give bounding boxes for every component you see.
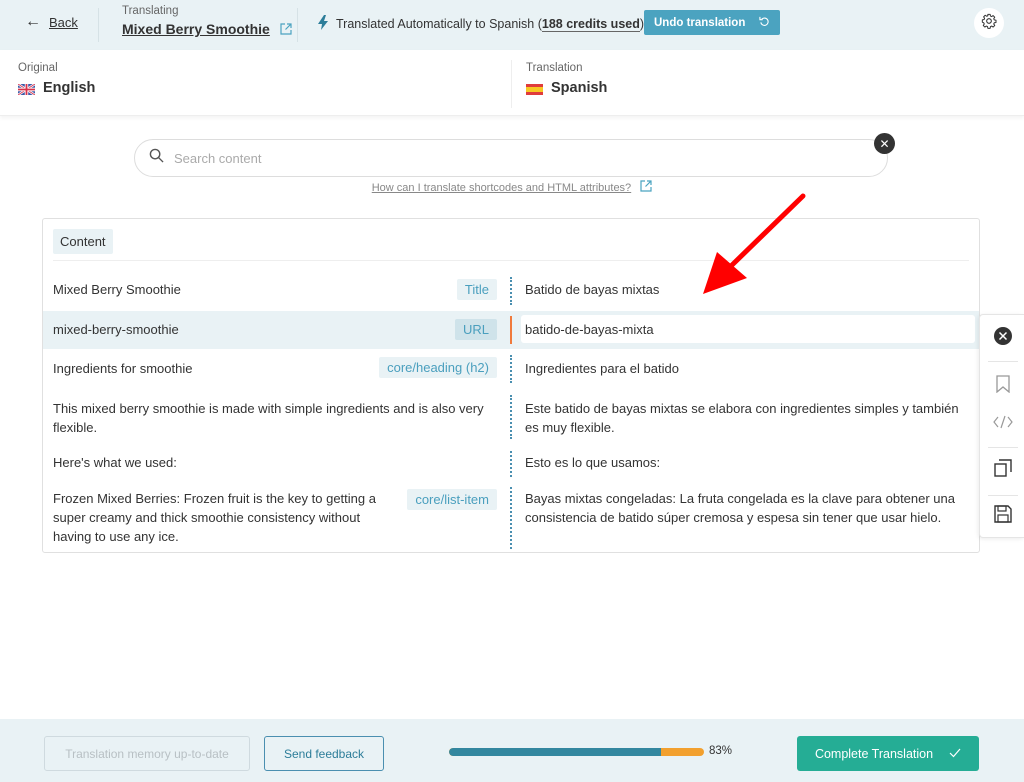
translation-memory-button[interactable]: Translation memory up-to-date <box>44 736 250 771</box>
table-row[interactable]: Frozen Mixed Berries: Frozen fruit is th… <box>43 481 979 551</box>
close-icon <box>993 326 1012 350</box>
row-divider <box>510 451 512 477</box>
complete-label: Complete Translation <box>814 746 934 761</box>
save-icon <box>993 504 1012 528</box>
source-text: Frozen Mixed Berries: Frozen fruit is th… <box>53 491 376 544</box>
source-text: mixed-berry-smoothie <box>53 322 179 337</box>
row-divider <box>510 355 512 383</box>
clear-search-button[interactable]: ✕ <box>874 133 895 154</box>
auto-translation-status: Translated Automatically to Spanish (188… <box>318 11 644 36</box>
row-divider <box>510 277 512 305</box>
credits-used[interactable]: 188 credits used <box>541 16 640 32</box>
arrow-left-icon: ← <box>25 13 41 30</box>
search-icon <box>149 148 164 168</box>
back-label: Back <box>49 14 78 30</box>
type-badge: core/heading (h2) <box>379 357 497 378</box>
settings-button[interactable] <box>974 8 1004 38</box>
close-icon: ✕ <box>879 136 890 151</box>
type-badge: Title <box>456 279 497 300</box>
save-segment-button[interactable] <box>980 503 1024 529</box>
segment-actions-panel <box>979 314 1024 538</box>
translating-label: Translating <box>122 5 179 17</box>
back-link[interactable]: ← Back <box>25 14 78 30</box>
search-box <box>134 139 888 177</box>
source-text: This mixed berry smoothie is made with s… <box>53 401 484 435</box>
copy-original-button[interactable] <box>980 457 1024 483</box>
html-code-button[interactable] <box>980 411 1024 437</box>
translating-info: Translating Mixed Berry Smoothie <box>122 5 292 37</box>
table-row[interactable]: Ingredients for smoothie core/heading (h… <box>43 349 979 387</box>
language-divider <box>511 60 512 108</box>
undo-label: Undo translation <box>654 16 746 29</box>
translation-input[interactable] <box>521 315 975 343</box>
translation-language-name: Spanish <box>551 80 608 96</box>
table-row[interactable]: Mixed Berry Smoothie Title Batido de bay… <box>43 271 979 311</box>
active-row-marker <box>510 316 512 344</box>
target-text[interactable]: Este batido de bayas mixtas se elabora c… <box>525 399 975 437</box>
bookmark-button[interactable] <box>980 373 1024 399</box>
footer-bar: Translation memory up-to-date Send feedb… <box>0 719 1024 782</box>
language-bar: Original English Translation Spanish <box>0 50 1024 116</box>
row-divider <box>510 395 512 439</box>
divider <box>297 8 298 42</box>
divider <box>98 8 99 42</box>
source-text: Mixed Berry Smoothie <box>53 282 181 297</box>
top-bar: ← Back Translating Mixed Berry Smoothie … <box>0 0 1024 50</box>
send-feedback-button[interactable]: Send feedback <box>264 736 384 771</box>
source-text: Here's what we used: <box>53 455 177 470</box>
original-label: Original <box>18 62 58 74</box>
lightning-icon <box>318 14 328 33</box>
target-text[interactable]: Bayas mixtas congeladas: La fruta congel… <box>525 489 975 527</box>
copy-icon <box>993 458 1012 482</box>
help-link-container: How can I translate shortcodes and HTML … <box>0 180 1024 194</box>
bookmark-icon <box>995 374 1010 398</box>
post-title-link[interactable]: Mixed Berry Smoothie <box>122 21 270 37</box>
undo-translation-button[interactable]: Undo translation <box>644 10 781 35</box>
close-segment-button[interactable] <box>980 325 1024 351</box>
table-row[interactable]: Here's what we used: Esto es lo que usam… <box>43 445 979 481</box>
target-text[interactable]: Esto es lo que usamos: <box>525 453 975 472</box>
content-section-label: Content <box>53 229 113 254</box>
divider <box>988 361 1018 362</box>
row-divider <box>510 487 512 549</box>
complete-translation-button[interactable]: Complete Translation <box>797 736 979 771</box>
table-row-active[interactable]: mixed-berry-smoothie URL <box>43 311 979 349</box>
uk-flag-icon <box>17 82 36 96</box>
divider <box>988 495 1018 496</box>
progress-fill <box>449 748 661 756</box>
original-language: Original English <box>17 62 95 96</box>
type-badge: URL <box>454 319 497 340</box>
source-text: Ingredients for smoothie <box>53 361 193 376</box>
search-input[interactable] <box>174 150 824 166</box>
external-link-icon[interactable] <box>640 180 652 192</box>
table-row[interactable]: This mixed berry smoothie is made with s… <box>43 389 979 443</box>
content-table: Content Mixed Berry Smoothie Title Batid… <box>42 218 980 553</box>
undo-icon <box>759 16 770 30</box>
progress-bar <box>449 748 704 756</box>
code-icon <box>992 415 1013 434</box>
progress-percent: 83% <box>709 745 733 757</box>
type-badge: core/list-item <box>407 489 497 510</box>
shortcodes-help-link[interactable]: How can I translate shortcodes and HTML … <box>372 182 631 194</box>
spain-flag-icon <box>526 83 543 95</box>
check-icon <box>949 747 961 761</box>
divider <box>988 447 1018 448</box>
external-link-icon[interactable] <box>280 23 292 35</box>
annotation-arrow <box>703 193 806 294</box>
divider <box>53 260 969 261</box>
target-text[interactable]: Ingredientes para el batido <box>525 359 975 378</box>
original-language-name: English <box>43 80 96 96</box>
auto-status-text: Translated Automatically to Spanish ( <box>336 16 542 31</box>
gear-icon <box>981 13 997 34</box>
translation-label: Translation <box>526 62 583 74</box>
translation-language: Translation Spanish <box>526 62 607 96</box>
